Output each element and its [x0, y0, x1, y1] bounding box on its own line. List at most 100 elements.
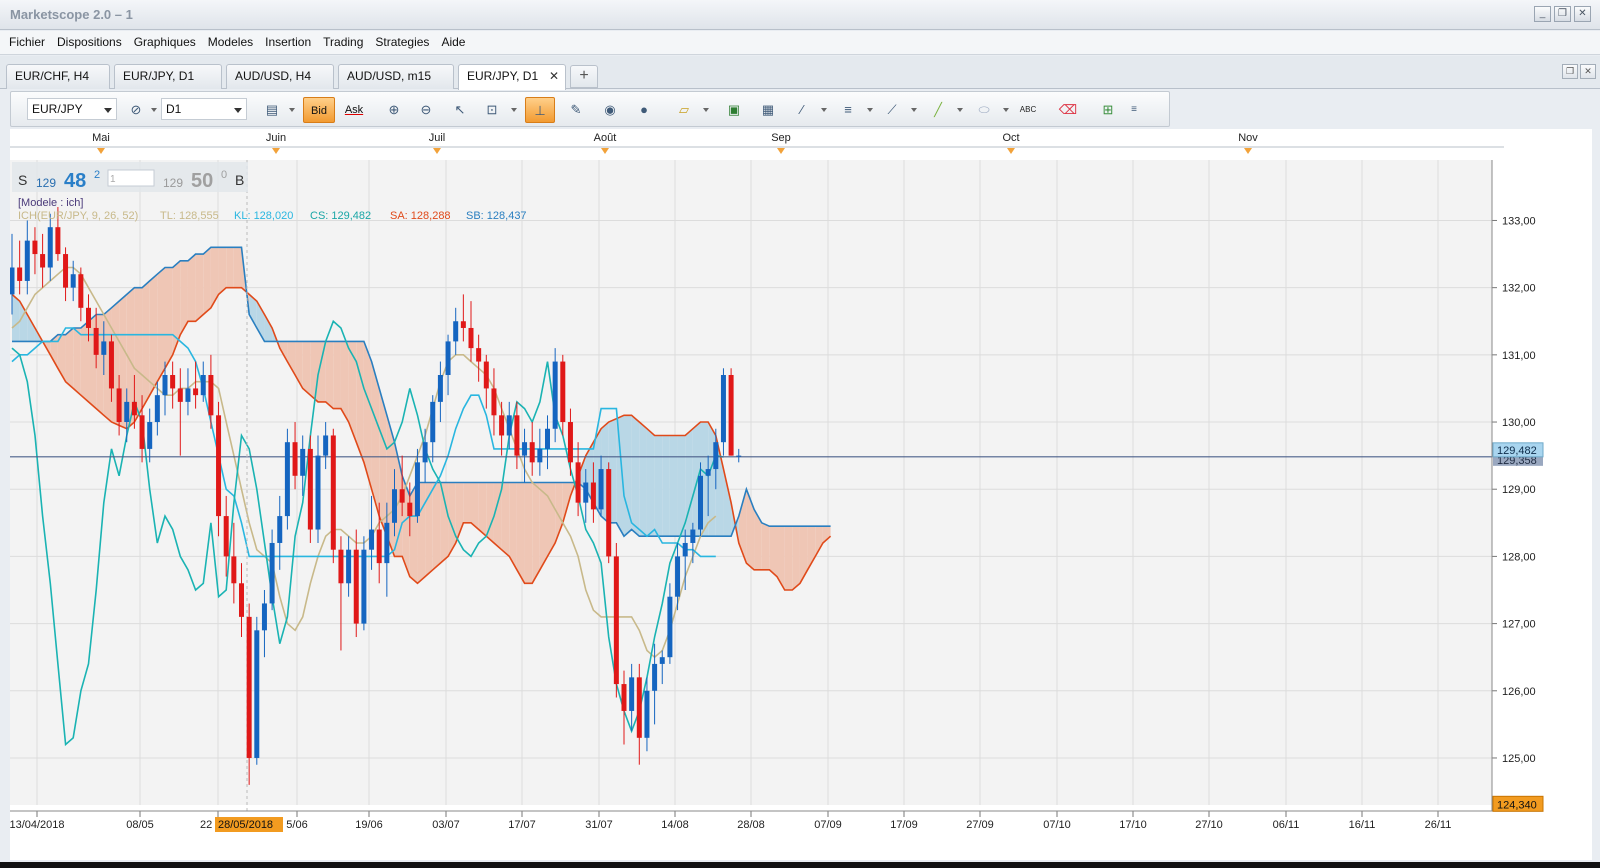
cloud-segment	[65, 327, 74, 389]
link-icon[interactable]: ⊘	[123, 97, 149, 123]
candle-body	[193, 388, 199, 396]
month-label: Oct	[1002, 132, 1019, 144]
cloud-segment	[463, 482, 471, 523]
timeframe-select[interactable]: D1	[161, 98, 247, 120]
candle-body	[476, 348, 482, 362]
tab-label: EUR/JPY, D1	[123, 69, 195, 83]
candle-body	[63, 254, 69, 288]
candle-body	[93, 327, 99, 355]
tab-eurjpy-d1-active[interactable]: EUR/JPY, D1 ✕	[458, 64, 566, 90]
hierarchy-icon[interactable]: ⊞	[1095, 97, 1121, 123]
candle-body	[277, 516, 283, 543]
candle-body	[78, 274, 84, 308]
buy-price-pips[interactable]: 50	[191, 170, 213, 192]
chevron-down-icon[interactable]	[289, 108, 295, 112]
chevron-down-icon[interactable]	[911, 108, 917, 112]
x-tick-label: 17/10	[1119, 819, 1147, 831]
add-tab-button[interactable]: +	[570, 65, 598, 88]
tab-eurchf-h4[interactable]: EUR/CHF, H4	[6, 64, 110, 89]
candle-body	[177, 388, 183, 402]
ellipse-icon[interactable]: ⬭	[971, 97, 997, 123]
cloud-segment	[784, 526, 793, 590]
sell-price-pips[interactable]: 48	[64, 170, 86, 192]
more-options-icon[interactable]: ≡	[1127, 97, 1141, 123]
menu-strategies[interactable]: Strategies	[369, 31, 435, 53]
candle-body	[552, 361, 558, 429]
cloud-segment	[524, 482, 533, 584]
bid-button[interactable]: Bid	[303, 97, 335, 123]
chevron-down-icon[interactable]	[511, 108, 517, 112]
x-tick-label: 17/07	[508, 819, 536, 831]
text-tool-icon[interactable]: ABC	[1015, 97, 1041, 123]
line-icon[interactable]: ╱	[925, 97, 951, 123]
close-button[interactable]: ✕	[1574, 6, 1591, 22]
chart-tab-strip: EUR/CHF, H4 EUR/JPY, D1 AUD/USD, H4 AUD/…	[0, 56, 1600, 90]
zoom-area-icon[interactable]: ⊡	[479, 97, 505, 123]
chart-area[interactable]: 13/04/2018 08/05 5/06 19/06 03/07 17/07 31/07 1…	[9, 129, 1592, 860]
crosshair-icon[interactable]: ⊥	[525, 97, 555, 123]
chevron-down-icon[interactable]	[957, 108, 963, 112]
close-tab-icon[interactable]: ✕	[549, 65, 559, 88]
candle-body	[124, 401, 130, 423]
cloud-segment	[325, 341, 334, 409]
edit-chart-icon[interactable]: ✎	[563, 97, 589, 123]
menu-trading[interactable]: Trading	[317, 31, 369, 53]
ruler-icon[interactable]: ▱	[671, 97, 697, 123]
restore-button[interactable]: ❐	[1554, 6, 1571, 22]
candle-body	[506, 415, 512, 436]
cloud-segment	[80, 321, 89, 402]
tab-eurjpy-d1[interactable]: EUR/JPY, D1	[114, 64, 222, 89]
chart-close-button[interactable]: ✕	[1580, 64, 1596, 79]
y-tick-label: 132,00	[1502, 283, 1536, 295]
image-icon[interactable]: ▣	[721, 97, 747, 123]
fan-icon[interactable]: ⟋	[879, 97, 905, 123]
zoom-in-icon[interactable]: ⊕	[381, 97, 407, 123]
chevron-down-icon[interactable]	[151, 108, 157, 112]
menu-fichier[interactable]: Fichier	[3, 31, 51, 53]
candle-body	[522, 442, 528, 456]
candle-body	[361, 549, 367, 624]
cursor-icon[interactable]: ↖	[447, 97, 473, 123]
eye-icon[interactable]: ◉	[597, 97, 623, 123]
fibonacci-icon[interactable]: ⁄	[789, 97, 815, 123]
chevron-down-icon[interactable]	[1003, 108, 1009, 112]
channel-icon[interactable]: ≡	[835, 97, 861, 123]
menu-graphiques[interactable]: Graphiques	[128, 31, 202, 53]
menu-aide[interactable]: Aide	[435, 31, 471, 53]
chart-type-icon[interactable]: ▤	[259, 97, 285, 123]
chevron-down-icon[interactable]	[821, 108, 827, 112]
zoom-out-icon[interactable]: ⊖	[413, 97, 439, 123]
candle-body	[315, 455, 321, 530]
status-bar	[0, 862, 1600, 868]
chevron-down-icon[interactable]	[703, 108, 709, 112]
x-tick-label: 19/06	[355, 819, 383, 831]
menu-insertion[interactable]: Insertion	[259, 31, 317, 53]
candle-body	[499, 415, 505, 436]
chart-restore-button[interactable]: ❐	[1562, 64, 1578, 79]
cloud-segment	[302, 341, 311, 396]
chevron-down-icon[interactable]	[867, 108, 873, 112]
cloud-segment	[654, 435, 663, 537]
buy-price-fraction: 0	[221, 169, 227, 181]
indicator-label: ICH(EUR/JPY, 9, 26, 52)	[18, 210, 138, 222]
x-tick-label: 13/04/2018	[10, 819, 65, 831]
cloud-segment	[218, 247, 227, 295]
ask-button[interactable]: Ask	[339, 97, 369, 123]
tab-audusd-h4[interactable]: AUD/USD, H4	[226, 64, 334, 89]
menu-modeles[interactable]: Modeles	[202, 31, 259, 53]
eraser-icon[interactable]: ⌫	[1055, 97, 1081, 123]
calculator-icon[interactable]: ▦	[755, 97, 781, 123]
x-tick-label: 22	[200, 819, 212, 831]
globe-icon[interactable]: ●	[631, 97, 657, 123]
candle-body	[537, 448, 543, 463]
tab-audusd-m15[interactable]: AUD/USD, m15	[338, 64, 454, 89]
tab-label: AUD/USD, m15	[347, 69, 432, 83]
candle-body	[246, 616, 252, 758]
candle-body	[170, 375, 176, 389]
price-chart[interactable]: 13/04/2018 08/05 5/06 19/06 03/07 17/07 31/07 1…	[9, 129, 1592, 860]
minimize-button[interactable]: _	[1534, 6, 1551, 22]
candle-body	[736, 455, 742, 457]
chevron-down-icon	[104, 108, 112, 113]
menu-dispositions[interactable]: Dispositions	[51, 31, 128, 53]
symbol-select[interactable]: EUR/JPY	[27, 98, 117, 120]
